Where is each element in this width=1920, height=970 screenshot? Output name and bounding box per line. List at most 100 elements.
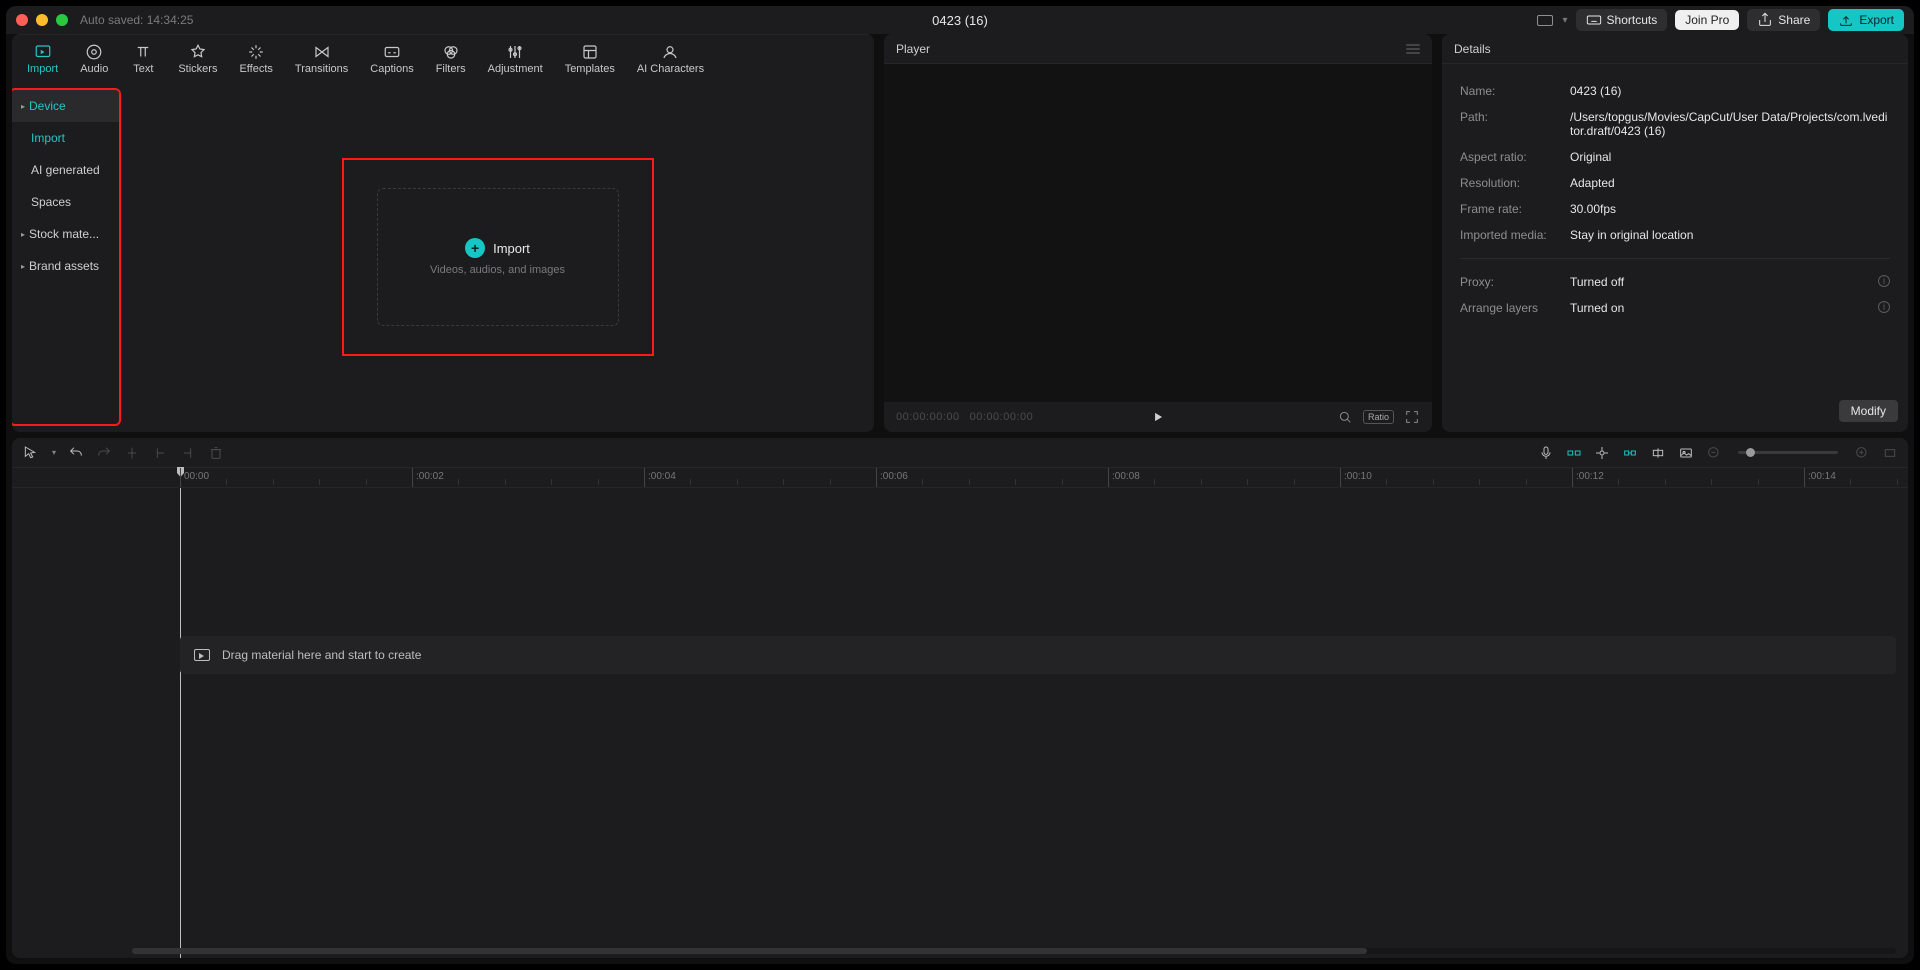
detail-label-proxy: Proxy:: [1460, 275, 1570, 289]
tab-transitions[interactable]: Transitions: [284, 35, 359, 82]
tab-filters[interactable]: Filters: [425, 35, 477, 82]
player-menu-icon[interactable]: [1406, 44, 1420, 54]
tab-captions[interactable]: Captions: [359, 35, 424, 82]
detail-label-arrange: Arrange layers: [1460, 301, 1570, 315]
scale-icon[interactable]: [1337, 409, 1353, 425]
tab-label: Filters: [436, 63, 466, 75]
ruler-tick-label: :00:12: [1576, 471, 1604, 482]
sidebar-item-import[interactable]: Import: [12, 122, 119, 154]
play-button[interactable]: [1151, 410, 1165, 424]
tab-audio[interactable]: Audio: [69, 35, 119, 82]
track-magnet-toggle[interactable]: [1566, 445, 1582, 461]
detail-label-imported-media: Imported media:: [1460, 228, 1570, 242]
sidebar-item-spaces[interactable]: Spaces: [12, 186, 119, 218]
tab-effects[interactable]: Effects: [228, 35, 283, 82]
trim-right-tool[interactable]: [180, 445, 196, 461]
import-label: Import: [493, 241, 530, 256]
plus-icon: +: [465, 238, 485, 258]
ruler-tick: [180, 468, 181, 487]
delete-tool[interactable]: [208, 445, 224, 461]
ai-icon: [660, 43, 680, 61]
sidebar-item-ai-generated[interactable]: AI generated: [12, 154, 119, 186]
fullscreen-icon[interactable]: [1404, 409, 1420, 425]
zoom-in-button[interactable]: [1854, 445, 1870, 461]
link-toggle[interactable]: [1594, 445, 1610, 461]
sidebar-item-device[interactable]: Device: [12, 90, 119, 122]
tab-templates[interactable]: Templates: [554, 35, 626, 82]
export-button[interactable]: Export: [1828, 9, 1904, 31]
redo-button[interactable]: [96, 445, 112, 461]
shortcuts-label: Shortcuts: [1607, 13, 1658, 27]
tab-stickers[interactable]: Stickers: [167, 35, 228, 82]
ruler-tick-label: :00:06: [880, 471, 908, 482]
ratio-button[interactable]: Ratio: [1363, 410, 1394, 424]
tab-label: Import: [27, 63, 58, 75]
zoom-slider[interactable]: [1738, 451, 1838, 454]
horizontal-scrollbar[interactable]: [132, 948, 1896, 954]
chevron-down-icon[interactable]: ▾: [52, 448, 56, 457]
shortcuts-button[interactable]: Shortcuts: [1576, 9, 1668, 31]
close-window-button[interactable]: [16, 14, 28, 26]
share-button[interactable]: Share: [1747, 9, 1820, 31]
sidebar-item-brand-assets[interactable]: Brand assets: [12, 250, 119, 282]
player-viewport[interactable]: [884, 64, 1432, 402]
chevron-down-icon[interactable]: ▾: [1563, 15, 1568, 26]
tab-label: Adjustment: [488, 63, 543, 75]
mic-record-button[interactable]: [1538, 445, 1554, 461]
select-tool[interactable]: [22, 445, 38, 461]
zoom-thumb[interactable]: [1746, 448, 1755, 457]
detail-value-name: 0423 (16): [1570, 84, 1890, 98]
tab-label: Transitions: [295, 63, 348, 75]
details-title: Details: [1454, 42, 1491, 56]
split-tool[interactable]: [124, 445, 140, 461]
media-sidebar: Device Import AI generated Spaces Stock …: [12, 88, 121, 426]
main-upper-row: Import Audio Text Stickers Effects: [6, 34, 1914, 438]
window-controls: [16, 14, 68, 26]
top-tab-strip: Import Audio Text Stickers Effects: [12, 34, 874, 82]
maximize-window-button[interactable]: [56, 14, 68, 26]
preview-axis-toggle[interactable]: [1622, 445, 1638, 461]
audio-icon: [84, 43, 104, 61]
join-pro-button[interactable]: Join Pro: [1675, 10, 1739, 30]
ruler-tick: [412, 468, 413, 487]
zoom-out-button[interactable]: [1706, 445, 1722, 461]
ruler-tick: [1108, 468, 1109, 487]
playhead-line: [180, 488, 181, 958]
detail-value-imported-media: Stay in original location: [1570, 228, 1890, 242]
import-dropzone[interactable]: + Import Videos, audios, and images: [377, 188, 619, 326]
minimize-window-button[interactable]: [36, 14, 48, 26]
media-panel: Import Audio Text Stickers Effects: [12, 34, 874, 432]
info-icon[interactable]: i: [1878, 301, 1890, 313]
import-icon: [33, 43, 53, 61]
sidebar-item-stock-materials[interactable]: Stock mate...: [12, 218, 119, 250]
timeline-body[interactable]: Drag material here and start to create: [12, 488, 1908, 958]
tab-adjustment[interactable]: Adjustment: [477, 35, 554, 82]
detail-value-proxy: Turned off: [1570, 275, 1878, 289]
zoom-fit-button[interactable]: [1882, 445, 1898, 461]
tab-label: Stickers: [178, 63, 217, 75]
adjustment-icon: [505, 43, 525, 61]
modify-button[interactable]: Modify: [1839, 400, 1898, 422]
ruler-tick: [1340, 468, 1341, 487]
detail-label-resolution: Resolution:: [1460, 176, 1570, 190]
snap-toggle[interactable]: [1650, 445, 1666, 461]
sidebar-label: Spaces: [31, 195, 71, 209]
cover-toggle[interactable]: [1678, 445, 1694, 461]
player-time-current: 00:00:00:00: [896, 411, 960, 423]
media-content-area: + Import Videos, audios, and images: [121, 82, 874, 432]
trim-left-tool[interactable]: [152, 445, 168, 461]
info-icon[interactable]: i: [1878, 275, 1890, 287]
effects-icon: [246, 43, 266, 61]
timeline-ruler[interactable]: 00:00:00:02:00:04:00:06:00:08:00:10:00:1…: [12, 468, 1908, 488]
ruler-tick: [1572, 468, 1573, 487]
tab-ai-characters[interactable]: AI Characters: [626, 35, 715, 82]
layout-icon[interactable]: [1537, 15, 1553, 26]
detail-label-framerate: Frame rate:: [1460, 202, 1570, 216]
tab-import[interactable]: Import: [16, 35, 69, 82]
tab-text[interactable]: Text: [119, 35, 167, 82]
undo-button[interactable]: [68, 445, 84, 461]
media-icon: [194, 649, 210, 661]
scrollbar-thumb[interactable]: [132, 948, 1367, 954]
detail-label-name: Name:: [1460, 84, 1570, 98]
sidebar-label: Stock mate...: [29, 227, 99, 241]
